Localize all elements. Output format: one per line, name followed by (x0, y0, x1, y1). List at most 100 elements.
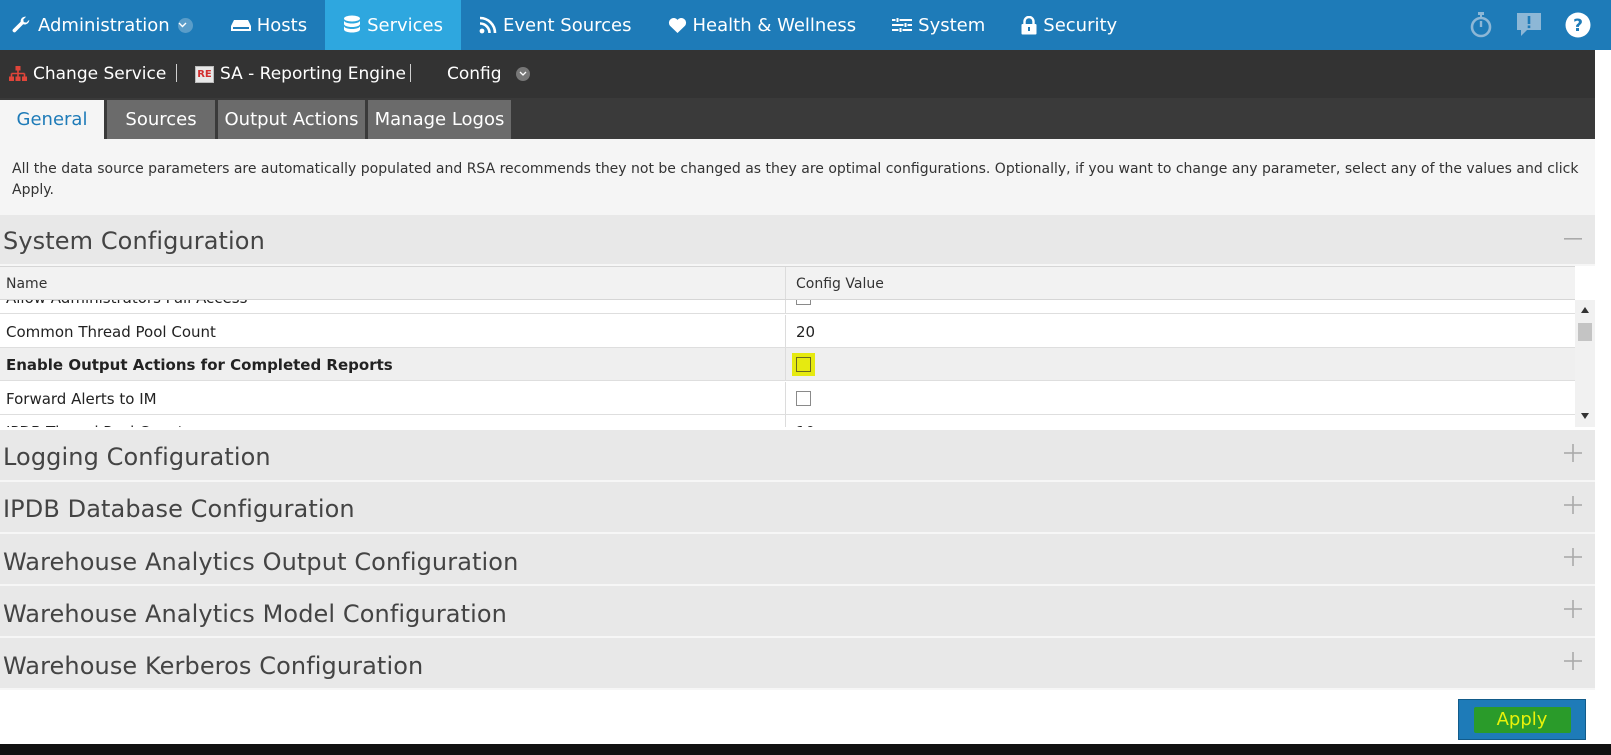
nav-system-label: System (918, 14, 986, 36)
row-value-checkbox[interactable] (796, 300, 811, 314)
page-scroll-gutter (1595, 50, 1611, 744)
svg-text:?: ? (1573, 16, 1583, 36)
expand-icon[interactable] (1563, 495, 1583, 515)
rss-icon (479, 16, 497, 34)
section-title: Warehouse Analytics Model Configuration (3, 600, 507, 628)
section-title: Warehouse Kerberos Configuration (3, 652, 424, 680)
chevron-down-icon[interactable] (515, 67, 530, 81)
row-name: Common Thread Pool Count (6, 322, 216, 341)
change-service-button[interactable]: Change Service (9, 50, 166, 98)
taskbar-strip (0, 744, 1611, 755)
column-divider (785, 415, 786, 427)
section-logging-configuration[interactable]: Logging Configuration (0, 430, 1595, 482)
scroll-down-icon[interactable] (1580, 412, 1590, 420)
tab-output-actions[interactable]: Output Actions (218, 100, 365, 139)
nav-event-sources[interactable]: Event Sources (461, 0, 650, 50)
hosts-icon (230, 20, 251, 31)
nav-health-wellness-label: Health & Wellness (692, 14, 857, 36)
service-name-label: SA - Reporting Engine (220, 64, 406, 84)
database-icon (344, 15, 361, 33)
stopwatch-icon[interactable] (1469, 12, 1493, 38)
nav-services[interactable]: Services (325, 0, 461, 50)
section-warehouse-kerberos-configuration[interactable]: Warehouse Kerberos Configuration (0, 638, 1595, 690)
column-divider (785, 315, 786, 347)
apply-button[interactable]: Apply (1458, 699, 1586, 740)
highlighted-checkbox[interactable] (792, 353, 815, 376)
column-header-name[interactable]: Name (6, 276, 47, 292)
service-toolbar: Change Service RE SA - Reporting Engine … (0, 50, 1611, 98)
change-service-label: Change Service (33, 64, 167, 84)
config-table-body: Allow Administrators Full Access Common … (0, 300, 1575, 427)
hierarchy-icon (9, 65, 27, 81)
table-scrollbar[interactable] (1575, 300, 1595, 427)
table-row[interactable]: Enable Output Actions for Completed Repo… (0, 348, 1575, 381)
feedback-icon[interactable] (1515, 12, 1543, 38)
service-badge: RE (197, 68, 212, 80)
nav-health-wellness[interactable]: Health & Wellness (650, 0, 875, 50)
chevron-down-icon[interactable] (177, 17, 193, 33)
nav-security-label: Security (1043, 14, 1118, 36)
section-title: IPDB Database Configuration (3, 495, 355, 523)
collapse-icon[interactable] (1563, 229, 1583, 249)
row-value-checkbox[interactable] (796, 382, 811, 415)
checkbox[interactable] (796, 300, 811, 305)
nav-services-label: Services (367, 14, 443, 36)
row-value[interactable]: 10 (796, 415, 815, 428)
checkbox[interactable] (796, 391, 811, 406)
nav-hosts[interactable]: Hosts (213, 0, 325, 50)
nav-security[interactable]: Security (1003, 0, 1135, 50)
help-icon[interactable]: ? (1565, 12, 1591, 38)
table-row[interactable]: Allow Administrators Full Access (0, 300, 1575, 314)
info-message: All the data source parameters are autom… (0, 139, 1595, 215)
reporting-engine-icon: RE (195, 65, 214, 83)
nav-right-tools: ? (1469, 0, 1591, 50)
section-warehouse-analytics-output-configuration[interactable]: Warehouse Analytics Output Configuration (0, 534, 1595, 586)
section-title: Logging Configuration (3, 443, 271, 471)
expand-icon[interactable] (1563, 651, 1583, 671)
section-system-configuration[interactable]: System Configuration (0, 215, 1595, 266)
lock-icon (1021, 15, 1037, 34)
checkbox[interactable] (796, 357, 811, 372)
table-row[interactable]: IPDB Thread Pool Count 10 (0, 415, 1575, 427)
expand-icon[interactable] (1563, 599, 1583, 619)
config-table-header: Name Config Value (0, 266, 1575, 300)
section-title: Warehouse Analytics Output Configuration (3, 548, 519, 576)
nav-administration[interactable]: Administration (0, 0, 213, 50)
view-selector[interactable]: Config (447, 50, 530, 98)
tab-sources-label: Sources (125, 109, 197, 130)
row-name: Allow Administrators Full Access (6, 300, 247, 314)
column-divider (785, 267, 786, 299)
column-divider (785, 348, 786, 380)
top-navigation: Administration Hosts Services Event Sour… (0, 0, 1611, 50)
nav-administration-label: Administration (38, 14, 170, 36)
section-warehouse-analytics-model-configuration[interactable]: Warehouse Analytics Model Configuration (0, 586, 1595, 638)
service-selector[interactable]: RE SA - Reporting Engine (195, 50, 406, 98)
tab-sources[interactable]: Sources (107, 100, 215, 139)
row-value[interactable]: 20 (796, 315, 815, 348)
heart-icon (668, 17, 686, 33)
tab-general[interactable]: General (0, 100, 104, 139)
expand-icon[interactable] (1563, 547, 1583, 567)
tab-manage-logos-label: Manage Logos (374, 109, 505, 130)
scroll-up-icon[interactable] (1580, 306, 1590, 314)
tab-general-label: General (16, 109, 88, 130)
column-divider (785, 382, 786, 414)
table-row[interactable]: Forward Alerts to IM (0, 382, 1575, 415)
column-header-config-value[interactable]: Config Value (796, 276, 884, 292)
expand-icon[interactable] (1563, 443, 1583, 463)
apply-label: Apply (1496, 709, 1548, 730)
scroll-thumb[interactable] (1578, 323, 1592, 341)
row-name: Forward Alerts to IM (6, 389, 157, 408)
view-label: Config (447, 64, 502, 84)
row-value-checkbox[interactable] (792, 348, 815, 381)
sliders-icon (892, 17, 913, 33)
toolbar-divider (176, 64, 177, 82)
nav-system[interactable]: System (874, 0, 1003, 50)
tab-output-actions-label: Output Actions (224, 109, 359, 130)
table-row[interactable]: Common Thread Pool Count 20 (0, 315, 1575, 348)
section-ipdb-database-configuration[interactable]: IPDB Database Configuration (0, 482, 1595, 534)
nav-event-sources-label: Event Sources (503, 14, 632, 36)
tab-manage-logos[interactable]: Manage Logos (368, 100, 511, 139)
row-name: IPDB Thread Pool Count (6, 415, 184, 428)
section-title: System Configuration (3, 227, 265, 255)
